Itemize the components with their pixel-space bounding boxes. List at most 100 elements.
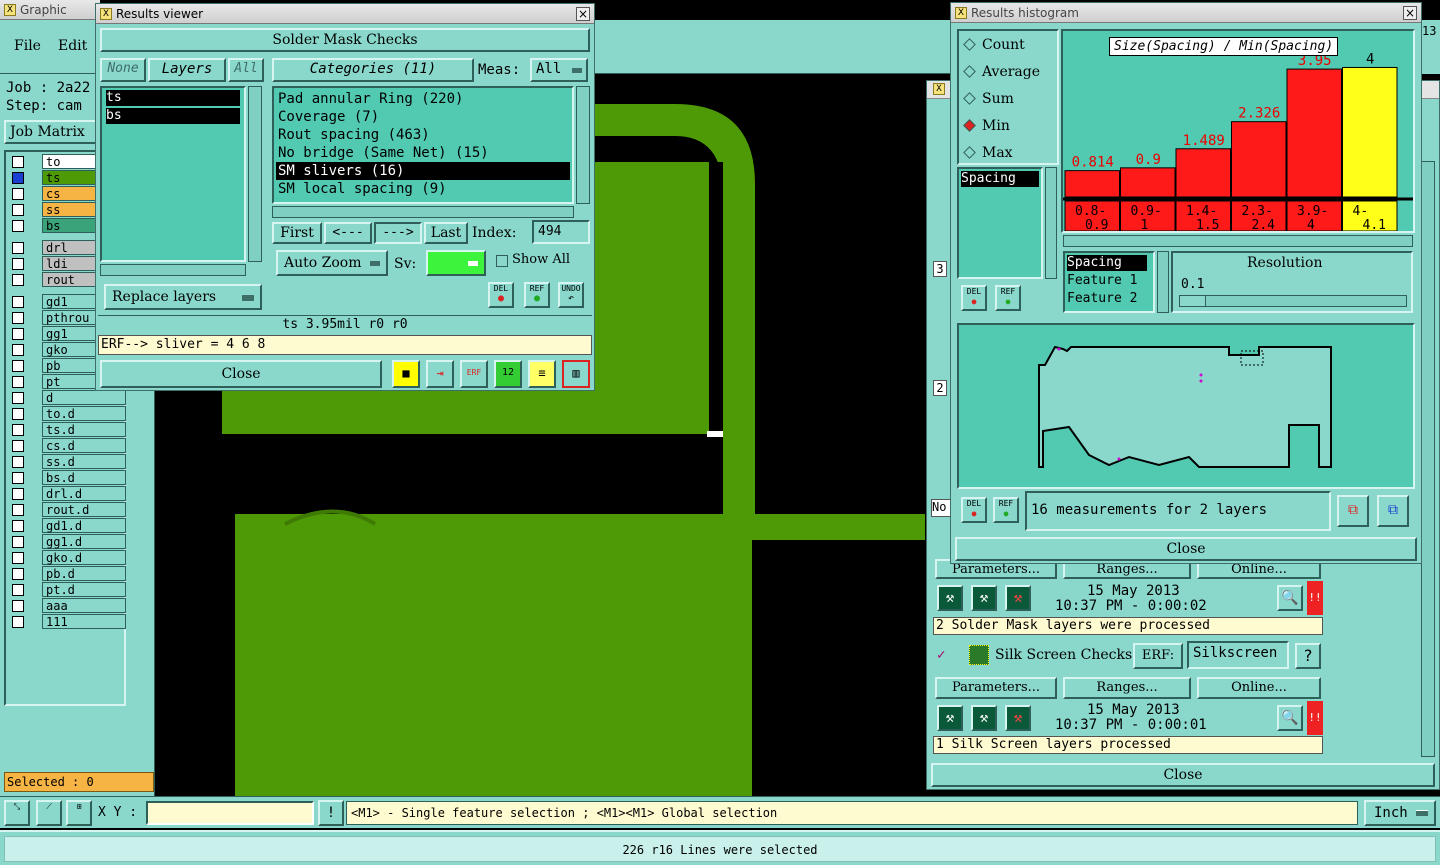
param-vscroll[interactable] xyxy=(1157,251,1169,313)
auto-zoom-dropdown[interactable]: Auto Zoom xyxy=(276,250,388,276)
layer-checkbox[interactable] xyxy=(12,242,24,254)
run-icon-1c[interactable]: ⚒ xyxy=(1005,585,1031,611)
next-button[interactable]: ---> xyxy=(374,222,422,244)
layer-row-rout.d[interactable]: rout.d xyxy=(8,502,126,518)
categories-button[interactable]: Categories (11) xyxy=(272,58,474,82)
layer-icon-button[interactable]: ■ xyxy=(392,360,420,388)
ranges-button-2[interactable]: Ranges... xyxy=(1063,677,1191,699)
layer-row-gko.d[interactable]: gko.d xyxy=(8,550,126,566)
layer-checkbox[interactable] xyxy=(12,172,24,184)
layer-row-pb.d[interactable]: pb.d xyxy=(8,566,126,582)
layer-row-ss.d[interactable]: ss.d xyxy=(8,454,126,470)
last-button[interactable]: Last xyxy=(424,222,468,244)
layer-checkbox[interactable] xyxy=(12,204,24,216)
layer-checkbox[interactable] xyxy=(12,344,24,356)
menu-file[interactable]: File xyxy=(14,38,41,54)
parameters-button-2[interactable]: Parameters... xyxy=(935,677,1057,699)
layer-checkbox[interactable] xyxy=(12,568,24,580)
run-icon-2b[interactable]: ⚒ xyxy=(971,705,997,731)
erf-icon-button[interactable]: ERF xyxy=(460,360,488,388)
histogram-icon-button[interactable]: ▥ xyxy=(562,360,590,388)
layer-checkbox[interactable] xyxy=(12,296,24,308)
run-icon-1a[interactable]: ⚒ xyxy=(937,585,963,611)
category-item[interactable]: Pad annular Ring (220) xyxy=(276,90,570,108)
layer-row-to.d[interactable]: to.d xyxy=(8,406,126,422)
checklist-close-button[interactable]: Close xyxy=(931,763,1435,787)
layer-checkbox[interactable] xyxy=(12,392,24,404)
layer-checkbox[interactable] xyxy=(12,552,24,564)
resolution-slider-thumb[interactable] xyxy=(1180,296,1206,306)
zoom-icon-1[interactable]: 🔍 xyxy=(1277,585,1303,611)
param-spacing[interactable]: Spacing xyxy=(1067,255,1147,271)
layer-checkbox[interactable] xyxy=(12,424,24,436)
rv-close-icon[interactable]: × xyxy=(576,7,590,21)
layer-checkbox[interactable] xyxy=(12,536,24,548)
category-item[interactable]: Rout spacing (463) xyxy=(276,126,570,144)
index-input[interactable]: 494 xyxy=(532,220,590,244)
show-all-checkbox[interactable] xyxy=(496,255,508,267)
rv-close-button[interactable]: Close xyxy=(100,360,382,388)
units-dropdown[interactable]: Inch xyxy=(1364,800,1436,826)
run-icon-1b[interactable]: ⚒ xyxy=(971,585,997,611)
erf-value[interactable]: Silkscreen xyxy=(1187,641,1289,669)
layer-checkbox[interactable] xyxy=(12,600,24,612)
checklist-scrollbar[interactable] xyxy=(1421,161,1435,757)
mode-radio-max[interactable]: Max xyxy=(963,145,1013,161)
hist-list-vscroll[interactable] xyxy=(1045,167,1057,279)
first-button[interactable]: First xyxy=(272,222,322,244)
histogram-bar[interactable] xyxy=(1342,66,1398,198)
layer-checkbox[interactable] xyxy=(12,258,24,270)
layers-button[interactable]: Layers xyxy=(148,58,226,82)
rv-layer-ts[interactable]: ts xyxy=(106,90,240,106)
layer-checkbox[interactable] xyxy=(12,456,24,468)
sv-color-dropdown[interactable] xyxy=(426,250,486,276)
hist-del-button[interactable]: DEL ● xyxy=(961,497,987,523)
hist-ref-button-top[interactable]: REF ● xyxy=(995,285,1021,311)
rv-del-button[interactable]: DEL ● xyxy=(488,282,514,308)
layer-checkbox[interactable] xyxy=(12,616,24,628)
chart-hscroll[interactable] xyxy=(1063,235,1413,247)
layer-checkbox[interactable] xyxy=(12,376,24,388)
histogram-bar[interactable] xyxy=(1064,170,1120,198)
erf-button[interactable]: ERF: xyxy=(1133,643,1183,669)
histogram-bar[interactable] xyxy=(1231,121,1287,198)
layer-row-gg1.d[interactable]: gg1.d xyxy=(8,534,126,550)
layer-row-gd1.d[interactable]: gd1.d xyxy=(8,518,126,534)
mode-radio-average[interactable]: Average xyxy=(963,64,1040,80)
report-icon-button[interactable]: ≡ xyxy=(528,360,556,388)
mode-radio-min[interactable]: Min xyxy=(963,118,1010,134)
layer-row-111[interactable]: 111 xyxy=(8,614,126,630)
layer-row-aaa[interactable]: aaa xyxy=(8,598,126,614)
layer-checkbox[interactable] xyxy=(12,360,24,372)
run-icon-2c[interactable]: ⚒ xyxy=(1005,705,1031,731)
help-button[interactable]: ? xyxy=(1295,643,1321,669)
category-item[interactable]: No bridge (Same Net) (15) xyxy=(276,144,570,162)
count-icon-button[interactable]: 12 xyxy=(494,360,522,388)
layer-row-ts.d[interactable]: ts.d xyxy=(8,422,126,438)
layer-checkbox[interactable] xyxy=(12,156,24,168)
category-item[interactable]: SM slivers (16) xyxy=(276,162,570,180)
layer-checkbox[interactable] xyxy=(12,472,24,484)
layer-checkbox[interactable] xyxy=(12,188,24,200)
layer-checkbox[interactable] xyxy=(12,440,24,452)
rv-layer-bs[interactable]: bs xyxy=(106,108,240,124)
measure-icon[interactable]: ⟋ xyxy=(36,800,62,826)
param-feature-2[interactable]: Feature 2 xyxy=(1067,291,1151,307)
param-feature-1[interactable]: Feature 1 xyxy=(1067,273,1151,289)
replace-layers-dropdown[interactable]: Replace layers xyxy=(104,284,262,310)
layer-checkbox[interactable] xyxy=(12,408,24,420)
online-button-2[interactable]: Online... xyxy=(1197,677,1321,699)
layer-checkbox[interactable] xyxy=(12,328,24,340)
layer-checkbox[interactable] xyxy=(12,504,24,516)
layer-row-pt.d[interactable]: pt.d xyxy=(8,582,126,598)
all-layers-button[interactable]: All xyxy=(228,58,264,82)
hist-del-button-top[interactable]: DEL ● xyxy=(961,285,987,311)
category-hscroll[interactable] xyxy=(272,206,574,218)
mode-radio-count[interactable]: Count xyxy=(963,37,1025,53)
run-icon-2a[interactable]: ⚒ xyxy=(937,705,963,731)
resolution-slider[interactable] xyxy=(1179,295,1407,307)
histogram-bar[interactable] xyxy=(1175,148,1231,198)
zoom-icon-2[interactable]: 🔍 xyxy=(1277,705,1303,731)
mode-radio-sum[interactable]: Sum xyxy=(963,91,1014,107)
hist-ref-button[interactable]: REF ● xyxy=(993,497,1019,523)
